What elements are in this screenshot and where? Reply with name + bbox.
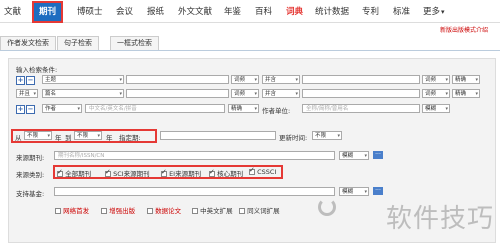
keyword-input-1b[interactable]: [302, 75, 420, 84]
freq-select-2[interactable]: 词频: [231, 89, 259, 99]
category-ei-label: EI来源期刊: [169, 170, 202, 178]
date-to-label: 到: [65, 134, 72, 142]
nav-item-foreign[interactable]: 外文文献: [178, 5, 212, 17]
checkbox-icon[interactable]: [249, 166, 255, 175]
source-journal-label: 来源期刊:: [16, 154, 45, 162]
unit-match-select[interactable]: 模糊: [422, 104, 450, 114]
extra-enhanced-label: 增强出版: [109, 207, 136, 215]
op-select-2[interactable]: 并含: [262, 89, 300, 99]
checkbox-icon[interactable]: [239, 208, 245, 214]
category-core-label: 核心期刊: [217, 170, 244, 178]
journal-picker-button[interactable]: ···: [373, 151, 383, 159]
keyword-input-1[interactable]: [126, 75, 229, 84]
freq-select-1b[interactable]: 词频: [422, 75, 450, 85]
checkbox-icon[interactable]: [209, 168, 215, 177]
fund-label: 支持基金:: [16, 190, 45, 198]
watermark: 软件技巧: [385, 204, 494, 234]
author-input[interactable]: 中文名/英文名/拼音: [85, 104, 225, 113]
add-author-icon[interactable]: +: [16, 105, 25, 114]
nav-item-journal[interactable]: 期刊: [32, 1, 64, 23]
checkbox-icon[interactable]: [161, 168, 167, 177]
date-from-label: 从: [15, 134, 22, 142]
fund-match-select[interactable]: 模糊: [339, 187, 369, 197]
remove-author-icon[interactable]: −: [26, 105, 35, 114]
checkbox-icon[interactable]: [105, 168, 111, 177]
nav-item-patent[interactable]: 专利: [362, 5, 379, 17]
panel-title: 输入检索条件:: [16, 66, 58, 74]
nav-item-newspaper[interactable]: 报纸: [147, 5, 164, 17]
category-sci-label: SCI来源期刊: [113, 170, 150, 178]
specific-issue-label: 指定期:: [119, 134, 141, 142]
extra-synonym[interactable]: 同义词扩展: [239, 205, 280, 215]
year-label-1: 年: [55, 134, 62, 142]
date-from-select[interactable]: 不限: [24, 131, 52, 141]
year-label-2: 年: [106, 134, 113, 142]
checkbox-icon[interactable]: [57, 168, 63, 177]
category-all-label: 全部期刊: [65, 170, 92, 178]
new-publishing-link[interactable]: 新版出版模式介绍: [440, 25, 488, 34]
remove-row-icon[interactable]: −: [26, 76, 35, 85]
subline: 新版出版模式介绍: [0, 22, 500, 34]
keyword-input-2b[interactable]: [302, 89, 420, 98]
nav-item-encyclopedia[interactable]: 百科: [255, 5, 272, 17]
extra-data-paper[interactable]: 数据论文: [147, 205, 181, 215]
tab-single-box-search[interactable]: 一框式检索: [110, 36, 159, 50]
top-nav: 文献 期刊 博硕士 会议 报纸 外文文献 年鉴 百科 词典 统计数据 专利 标准…: [0, 0, 500, 23]
tab-author-search[interactable]: 作者发文检索: [0, 36, 56, 50]
fund-picker-button[interactable]: ···: [373, 187, 383, 195]
match-select-1[interactable]: 精确: [452, 75, 480, 85]
extra-cn-en-label: 中英文扩展: [200, 207, 233, 215]
nav-item-thesis[interactable]: 博硕士: [77, 5, 103, 17]
freq-select-2b[interactable]: 词频: [422, 89, 450, 99]
extra-online-first-label: 网络首发: [63, 207, 90, 215]
checkbox-icon[interactable]: [101, 208, 107, 214]
journal-match-select[interactable]: 模糊: [339, 151, 369, 161]
keyword-input-2[interactable]: [126, 89, 229, 98]
nav-item-statistics[interactable]: 统计数据: [315, 5, 349, 17]
author-field-select[interactable]: 作者: [42, 104, 82, 114]
tab-sentence-search[interactable]: 句子检索: [57, 36, 99, 50]
extra-synonym-label: 同义词扩展: [247, 207, 280, 215]
nav-item-dictionary[interactable]: 词典: [286, 5, 303, 17]
category-cssci[interactable]: CSSCI: [249, 166, 277, 176]
checkbox-icon[interactable]: [192, 208, 198, 214]
logic-select-2[interactable]: 并且: [16, 89, 38, 99]
category-core[interactable]: 核心期刊: [209, 168, 243, 178]
nav-item-literature[interactable]: 文献: [4, 5, 21, 17]
specific-issue-input[interactable]: [160, 131, 276, 140]
field-select-1[interactable]: 主题: [42, 75, 124, 85]
checkbox-icon[interactable]: [147, 208, 153, 214]
extra-enhanced[interactable]: 增强出版: [101, 205, 135, 215]
update-time-label: 更新时间:: [279, 134, 308, 142]
author-unit-input[interactable]: 全称/简称/曾用名: [302, 104, 420, 113]
nav-item-conference[interactable]: 会议: [116, 5, 133, 17]
extra-online-first[interactable]: 网络首发: [55, 205, 89, 215]
op-select-1[interactable]: 并含: [262, 75, 300, 85]
extra-cn-en[interactable]: 中英文扩展: [192, 205, 233, 215]
field-select-2[interactable]: 篇名: [42, 89, 124, 99]
category-all[interactable]: 全部期刊: [57, 168, 91, 178]
match-select-2[interactable]: 精确: [452, 89, 480, 99]
source-category-label: 来源类别:: [16, 171, 45, 179]
author-match-select[interactable]: 精确: [228, 104, 259, 114]
update-time-select[interactable]: 不限: [312, 131, 342, 141]
nav-item-standard[interactable]: 标准: [393, 5, 410, 17]
source-journal-input[interactable]: 期刊名称/ISSN/CN: [54, 151, 335, 160]
date-to-select[interactable]: 不限: [74, 131, 102, 141]
watermark-logo-icon: [318, 198, 336, 216]
author-unit-label: 作者单位:: [262, 107, 291, 115]
freq-select-1[interactable]: 词频: [231, 75, 259, 85]
nav-item-more[interactable]: 更多: [423, 5, 445, 17]
extra-data-paper-label: 数据论文: [155, 207, 182, 215]
add-row-icon[interactable]: +: [16, 76, 25, 85]
category-cssci-label: CSSCI: [257, 168, 277, 176]
checkbox-icon[interactable]: [55, 208, 61, 214]
fund-input[interactable]: [54, 187, 335, 196]
category-ei[interactable]: EI来源期刊: [161, 168, 201, 178]
category-sci[interactable]: SCI来源期刊: [105, 168, 150, 178]
search-tabs: 作者发文检索 句子检索 一框式检索: [0, 36, 500, 51]
nav-item-yearbook[interactable]: 年鉴: [224, 5, 241, 17]
